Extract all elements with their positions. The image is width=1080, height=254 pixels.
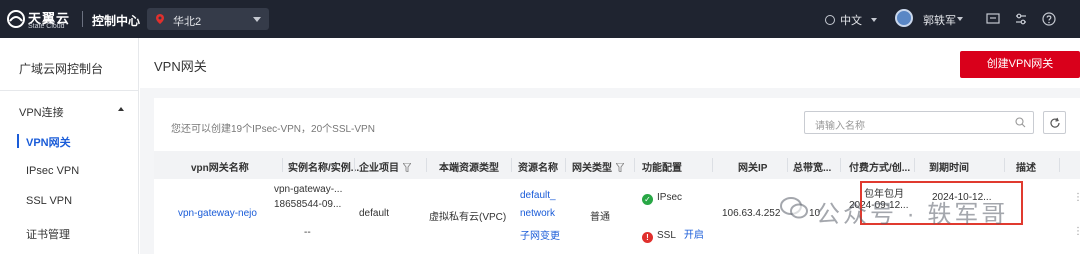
location-pin-icon: [156, 14, 164, 24]
language-label: 中文: [840, 15, 863, 27]
divider: [787, 158, 788, 172]
top-navigation-bar: 天翼云 State Cloud 控制中心 华北2 中文 郭轶军: [0, 0, 1080, 38]
column-header-instance: 实例名称/实例...: [288, 163, 360, 174]
language-selector[interactable]: 中文: [825, 12, 878, 28]
more-icon[interactable]: ⋮: [1073, 192, 1080, 203]
table-header: vpn网关名称 实例名称/实例... 企业项目 本端资源类型 资源名称 网关类型…: [154, 151, 1080, 179]
divider: [914, 158, 915, 172]
column-header-gateway-type-label: 网关类型: [572, 163, 612, 174]
search-icon[interactable]: [1015, 117, 1026, 128]
resource-name-link-line2[interactable]: network: [520, 208, 555, 219]
enable-ssl-link[interactable]: 开启: [684, 230, 704, 241]
divider: [1004, 158, 1005, 172]
divider: [282, 158, 283, 172]
column-header-bandwidth: 总带宽...: [793, 163, 832, 174]
instance-id: 18658544-09...: [274, 199, 342, 210]
gateway-type: 普通: [590, 212, 610, 223]
chevron-down-icon: [253, 17, 261, 22]
divider: [0, 90, 139, 91]
settings-sliders-icon[interactable]: [1014, 12, 1028, 26]
more-icon[interactable]: ⋮: [1073, 226, 1080, 237]
divider: [426, 158, 427, 172]
feature-ssl: ! SSL 开启: [642, 226, 704, 243]
brand-logo[interactable]: 天翼云 State Cloud: [6, 6, 86, 32]
create-vpn-gateway-button[interactable]: 创建VPN网关: [960, 51, 1080, 78]
refresh-button[interactable]: [1043, 111, 1066, 134]
search-placeholder: 请输入名称: [815, 121, 865, 132]
sidebar-item-ssl-vpn[interactable]: SSL VPN: [26, 195, 72, 207]
globe-icon: [825, 15, 835, 25]
sidebar-item-certificates[interactable]: 证书管理: [26, 226, 70, 242]
instance-extra: --: [304, 227, 311, 238]
console-title[interactable]: 控制中心: [92, 12, 140, 29]
divider: [1059, 158, 1060, 172]
column-header-gateway-ip: 网关IP: [738, 163, 768, 174]
feature-ipsec: ✓ IPsec: [642, 192, 682, 205]
column-header-project-label: 企业项目: [359, 163, 399, 174]
chevron-up-icon[interactable]: [118, 107, 124, 111]
resource-type: 虚拟私有云(VPC): [429, 212, 507, 223]
resource-name-link[interactable]: default_: [520, 190, 556, 201]
column-header-expiry: 到期时间: [929, 163, 969, 174]
feature-ipsec-label: IPsec: [657, 192, 683, 203]
column-header-name: vpn网关名称: [191, 163, 249, 174]
chevron-down-icon: [871, 18, 878, 22]
divider: [565, 158, 566, 172]
watermark-text: 公众号 · 轶军哥: [816, 201, 1009, 228]
sidebar-item-ipsec-vpn[interactable]: IPsec VPN: [26, 165, 79, 177]
region-label: 华北2: [173, 16, 202, 28]
sidebar: 广域云网控制台 VPN连接 VPN网关 IPsec VPN SSL VPN 证书…: [0, 38, 139, 254]
message-icon[interactable]: [986, 12, 1000, 26]
check-circle-icon: ✓: [642, 194, 653, 205]
column-header-project[interactable]: 企业项目: [359, 159, 411, 174]
sidebar-group-vpn[interactable]: VPN连接: [19, 104, 64, 120]
column-header-billing: 付费方式/创...: [849, 163, 911, 174]
chevron-down-icon: [957, 17, 963, 21]
column-header-resource-name: 资源名称: [518, 163, 558, 174]
subnet-change-link[interactable]: 子网变更: [520, 227, 560, 242]
column-header-description: 描述: [1016, 163, 1036, 174]
active-indicator: [17, 134, 19, 148]
gateway-name-link[interactable]: vpn-gateway-nejo: [178, 208, 257, 219]
column-header-gateway-type[interactable]: 网关类型: [572, 159, 624, 174]
search-input[interactable]: 请输入名称: [804, 111, 1034, 134]
cloud-logo-icon: [7, 10, 25, 28]
watermark: 公众号 · 轶军哥: [780, 190, 1050, 230]
quota-text: 您还可以创建19个IPsec-VPN，20个SSL-VPN: [171, 124, 375, 135]
refresh-icon: [1050, 117, 1060, 128]
region-selector[interactable]: 华北2: [147, 8, 269, 30]
divider: [634, 158, 635, 172]
filter-icon[interactable]: [616, 163, 624, 172]
sidebar-item-vpn-gateway[interactable]: VPN网关: [26, 134, 71, 150]
chat-bubbles-icon: [780, 197, 808, 219]
divider: [511, 158, 512, 172]
gateway-list-card: 您还可以创建19个IPsec-VPN，20个SSL-VPN 请输入名称 vpn网…: [154, 98, 1080, 254]
username: 郭轶军: [923, 15, 956, 27]
sidebar-title: 广域云网控制台: [19, 62, 104, 76]
avatar: [895, 9, 913, 27]
feature-ssl-label: SSL: [657, 230, 676, 241]
filter-icon[interactable]: [403, 163, 411, 172]
column-header-resource-type: 本端资源类型: [439, 163, 499, 174]
column-header-features: 功能配置: [642, 163, 682, 174]
divider: [840, 158, 841, 172]
help-icon[interactable]: [1042, 12, 1056, 26]
divider: [712, 158, 713, 172]
divider: [354, 158, 355, 172]
instance-name: vpn-gateway-...: [274, 184, 343, 195]
page-header: VPN网关 创建VPN网关: [140, 38, 1080, 88]
gateway-ip: 106.63.4.252: [722, 208, 781, 219]
brand-subtitle: State Cloud: [28, 23, 65, 30]
enterprise-project: default: [359, 208, 390, 219]
divider: [82, 11, 83, 27]
alert-circle-icon: !: [642, 232, 653, 243]
page-title: VPN网关: [154, 59, 207, 74]
